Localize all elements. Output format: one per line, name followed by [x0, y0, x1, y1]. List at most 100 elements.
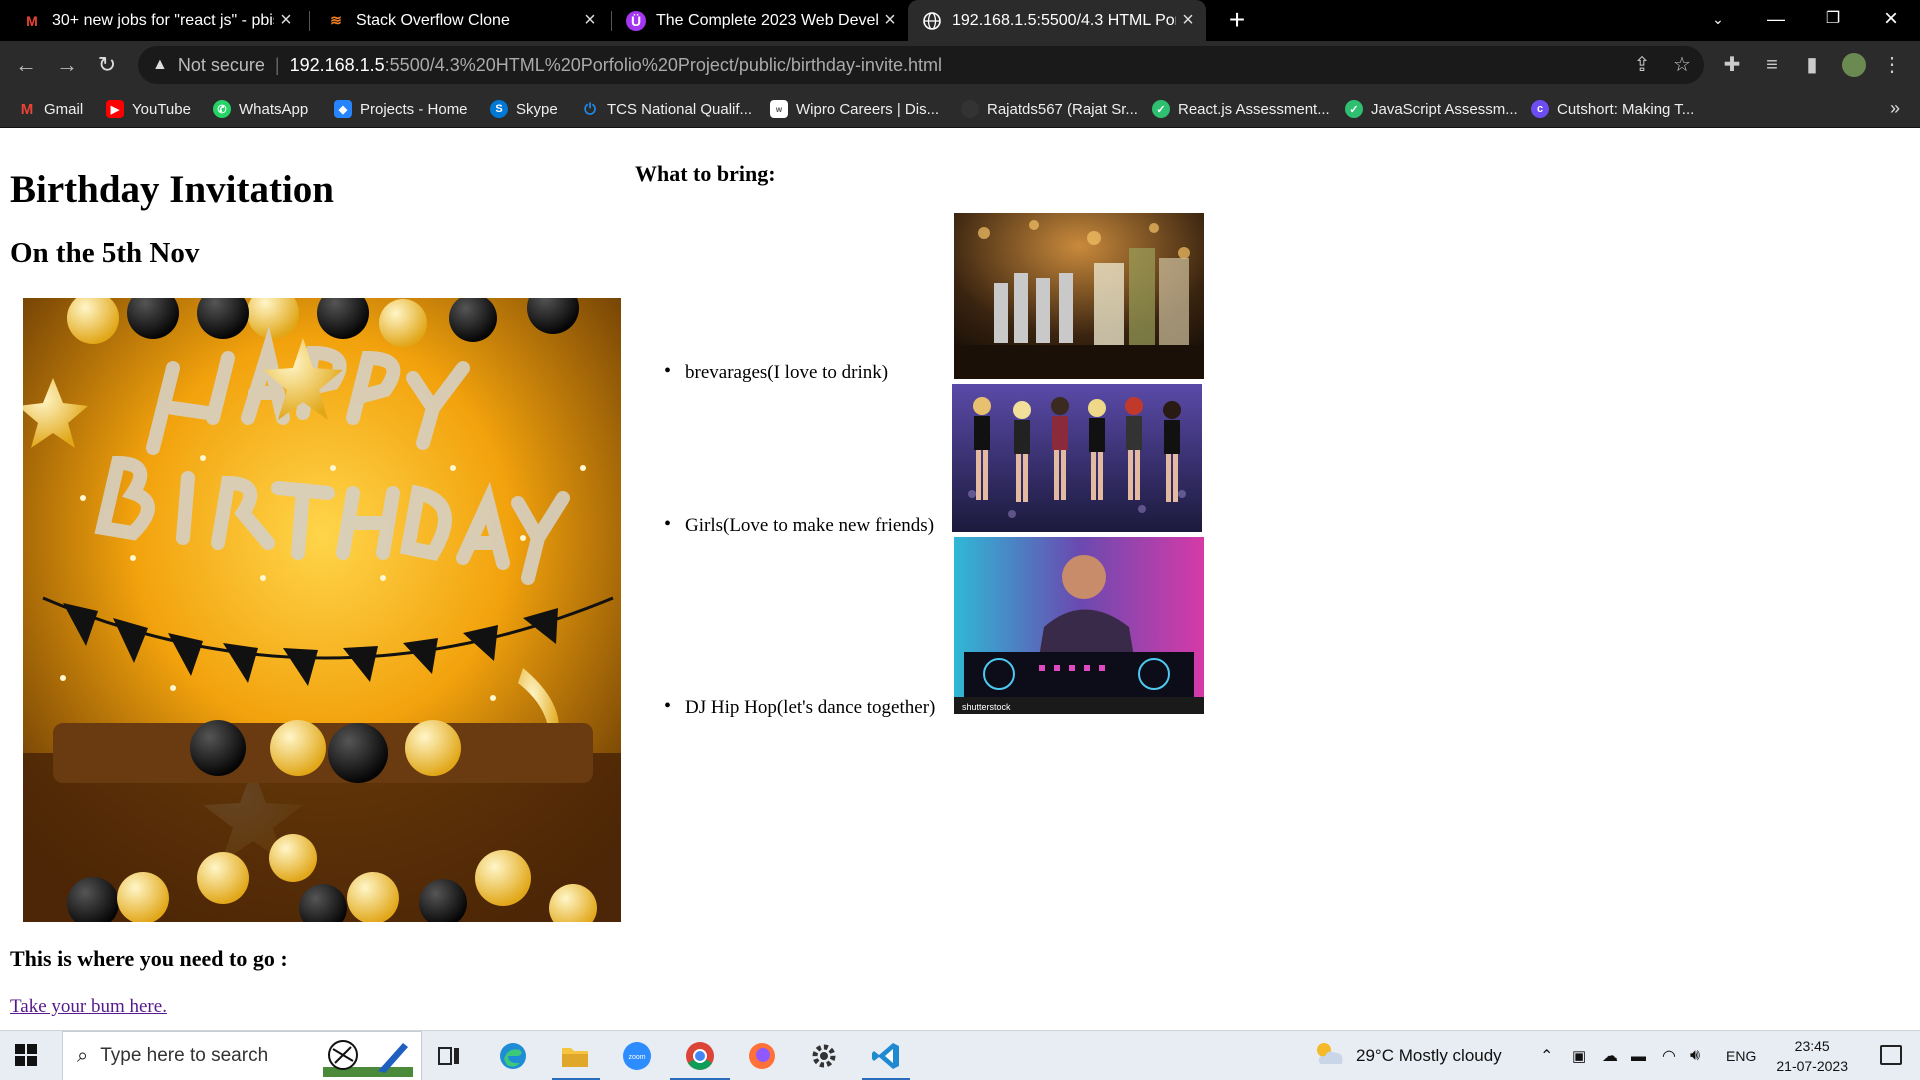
gmail-icon: M: [26, 12, 38, 29]
youtube-icon: ▶: [106, 100, 124, 118]
event-date: On the 5th Nov: [10, 237, 200, 269]
bookmark-react-assessment[interactable]: ✓ React.js Assessment...: [1152, 98, 1330, 120]
bookmark-javascript-assessment[interactable]: ✓ JavaScript Assessm...: [1345, 98, 1518, 120]
search-placeholder: Type here to search: [100, 1045, 269, 1066]
tab-udemy-course[interactable]: Ü The Complete 2023 Web Develop ×: [612, 0, 908, 41]
restore-button[interactable]: ❐: [1808, 0, 1858, 41]
url-host[interactable]: 192.168.1.5: [290, 55, 385, 76]
tab-title: The Complete 2023 Web Develop: [656, 11, 878, 29]
friends-image: [952, 384, 1202, 532]
minimize-button[interactable]: —: [1751, 0, 1801, 41]
forward-icon[interactable]: →: [51, 49, 83, 81]
windows-start-icon[interactable]: [14, 1043, 40, 1069]
bookmarks-bar: M Gmail ▶ YouTube ✆ WhatsApp ◆ Projects - Ho…: [0, 90, 1920, 128]
udemy-icon: Ü: [626, 10, 646, 31]
bookmark-youtube[interactable]: ▶ YouTube: [106, 98, 191, 120]
more-bookmarks-icon[interactable]: »: [1890, 98, 1900, 119]
avatar[interactable]: [1838, 49, 1870, 81]
chrome-icon[interactable]: [683, 1039, 717, 1073]
check-circle-icon: ✓: [1152, 100, 1170, 118]
list-item: DJ Hip Hop(let's dance together): [664, 695, 935, 719]
clock-time: 23:45: [1794, 1038, 1830, 1054]
bookmark-gmail[interactable]: M Gmail: [18, 98, 83, 120]
security-label[interactable]: Not secure: [178, 55, 265, 76]
birthday-decoration-image: [23, 298, 621, 922]
notifications-icon[interactable]: [1880, 1045, 1902, 1065]
bookmark-cutshort[interactable]: c Cutshort: Making T...: [1531, 98, 1694, 120]
bookmark-projects-home[interactable]: ◆ Projects - Home: [334, 98, 468, 120]
browser-tab-strip: M 30+ new jobs for "react js" - pbis × ≋…: [0, 0, 1920, 41]
tab-stack-overflow-clone[interactable]: ≋ Stack Overflow Clone ×: [312, 0, 608, 41]
side-panel-icon[interactable]: ▮: [1796, 49, 1828, 81]
svg-text:zoom: zoom: [628, 1054, 645, 1061]
clock-date: 21-07-2023: [1776, 1058, 1848, 1074]
check-circle-icon: ✓: [1345, 100, 1363, 118]
url-path[interactable]: :5500/4.3%20HTML%20Porfolio%20Project/pu…: [385, 55, 942, 76]
browser-toolbar: ← → ↻ ▲ Not secure | 192.168.1.5:5500/4.…: [0, 41, 1920, 90]
address-bar[interactable]: ▲ Not secure | 192.168.1.5:5500/4.3%20HT…: [138, 46, 1704, 84]
warning-icon[interactable]: ▲: [152, 56, 168, 74]
search-icon: ⌕: [77, 1044, 89, 1067]
bookmark-whatsapp[interactable]: ✆ WhatsApp: [213, 98, 308, 120]
menu-icon[interactable]: ⋮: [1876, 49, 1908, 81]
settings-gear-icon[interactable]: [807, 1039, 841, 1073]
close-tab-icon[interactable]: ×: [274, 9, 298, 32]
battery-icon[interactable]: ▬: [1631, 1031, 1646, 1080]
dj-image: shutterstock: [954, 537, 1204, 714]
skype-icon: S: [490, 100, 508, 118]
volume-icon[interactable]: 🔊︎: [1690, 1031, 1700, 1080]
beverages-image: [954, 213, 1204, 379]
bring-heading: What to bring:: [635, 161, 776, 186]
search-highlight-icon: [323, 1037, 413, 1077]
share-icon[interactable]: ⇪: [1626, 49, 1658, 81]
wifi-icon[interactable]: ◠: [1662, 1031, 1676, 1080]
list-item: Girls(Love to make new friends): [664, 513, 934, 537]
new-tab-button[interactable]: +: [1221, 4, 1253, 36]
onedrive-icon[interactable]: ☁: [1602, 1031, 1618, 1080]
close-tab-icon[interactable]: ×: [578, 9, 602, 32]
web-page: Birthday Invitation On the 5th Nov This …: [0, 129, 1920, 1029]
bookmark-tcs[interactable]: ⏻ TCS National Qualif...: [581, 98, 752, 120]
tab-gmail-jobs[interactable]: M 30+ new jobs for "react js" - pbis ×: [8, 0, 304, 41]
bookmark-github[interactable]: Rajatds567 (Rajat Sr...: [961, 98, 1138, 120]
tab-title: 30+ new jobs for "react js" - pbis: [52, 11, 274, 29]
system-clock[interactable]: 23:45 21-07-2023: [1776, 1036, 1848, 1076]
vscode-icon[interactable]: [869, 1039, 903, 1073]
bookmark-wipro[interactable]: w Wipro Careers | Dis...: [770, 98, 939, 120]
weather-widget[interactable]: 29°C Mostly cloudy: [1312, 1031, 1502, 1080]
back-icon[interactable]: ←: [10, 49, 42, 81]
page-title: Birthday Invitation: [10, 168, 334, 211]
github-icon: [961, 100, 979, 118]
media-queue-icon[interactable]: ≡: [1756, 49, 1788, 81]
task-view-icon[interactable]: [432, 1039, 466, 1073]
weather-text: 29°C Mostly cloudy: [1356, 1046, 1502, 1065]
power-icon: ⏻: [584, 100, 596, 118]
meet-now-icon[interactable]: ▣: [1572, 1031, 1586, 1080]
edge-icon[interactable]: [496, 1039, 530, 1073]
extensions-icon[interactable]: ✚: [1716, 49, 1748, 81]
firefox-icon[interactable]: [745, 1039, 779, 1073]
close-tab-icon[interactable]: ×: [878, 9, 902, 32]
language-indicator[interactable]: ENG: [1726, 1031, 1756, 1080]
whatsapp-icon: ✆: [213, 100, 231, 118]
stackoverflow-icon: ≋: [330, 12, 342, 28]
directions-link[interactable]: Take your bum here.: [10, 996, 167, 1018]
wipro-icon: w: [770, 100, 788, 118]
reload-icon[interactable]: ↻: [91, 49, 123, 81]
show-hidden-icons[interactable]: ⌃: [1540, 1031, 1553, 1080]
taskbar-search-box[interactable]: ⌕ Type here to search: [62, 1031, 422, 1080]
bookmark-skype[interactable]: S Skype: [490, 98, 558, 120]
tab-search-icon[interactable]: ⌄: [1693, 0, 1743, 41]
bookmark-star-icon[interactable]: ☆: [1666, 49, 1698, 81]
cutshort-icon: c: [1531, 100, 1549, 118]
globe-icon: [922, 11, 942, 31]
shutterstock-watermark: shutterstock: [962, 702, 1011, 712]
zoom-icon[interactable]: zoom: [620, 1039, 654, 1073]
close-tab-icon[interactable]: ×: [1176, 9, 1200, 32]
close-window-button[interactable]: ×: [1866, 0, 1916, 41]
list-item: brevarages(I love to drink): [664, 360, 888, 384]
file-explorer-icon[interactable]: [558, 1039, 592, 1073]
tab-birthday-invite[interactable]: 192.168.1.5:5500/4.3 HTML Porfo ×: [908, 0, 1206, 41]
cloud-sun-icon: [1312, 1040, 1346, 1073]
jira-icon: ◆: [334, 100, 352, 118]
